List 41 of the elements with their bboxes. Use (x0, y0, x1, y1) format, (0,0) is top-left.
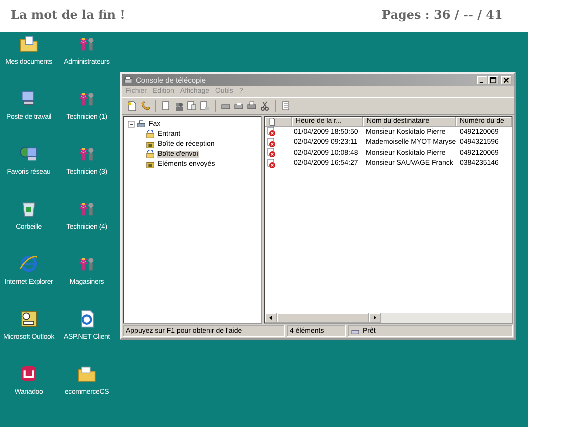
users-button[interactable] (173, 100, 185, 112)
minimize-button[interactable] (477, 76, 488, 84)
collapse-toggle[interactable] (128, 120, 135, 128)
document-button[interactable] (186, 100, 198, 112)
list-button[interactable] (280, 100, 292, 112)
fax-machine-icon (137, 120, 146, 128)
users-icon (174, 101, 184, 111)
tray-icon (146, 140, 155, 148)
left-arrow-icon (268, 315, 274, 321)
close-icon (502, 76, 511, 84)
new-document-button[interactable] (126, 100, 138, 112)
app-icon[interactable] (19, 364, 39, 384)
document-icon (161, 101, 171, 111)
document-button[interactable] (199, 100, 211, 112)
document-icon (187, 101, 197, 111)
fax-folder-icon (146, 150, 155, 158)
maximize-button[interactable] (488, 76, 499, 84)
tray-icon (146, 160, 155, 168)
close-button[interactable] (501, 76, 512, 84)
list-icon (281, 101, 291, 111)
document-button[interactable] (160, 100, 172, 112)
scissors-icon (260, 101, 270, 111)
fax-folder-icon (146, 130, 155, 138)
page-title: La mot de la fin ! (11, 8, 126, 22)
page-counter: Pages : 36 / -- / 41 (382, 8, 503, 22)
new-document-icon (127, 101, 137, 111)
fax-error-icon (267, 138, 277, 148)
maximize-icon (489, 76, 498, 84)
folder-icon[interactable] (19, 34, 39, 54)
horizontal-scrollbar[interactable] (265, 313, 512, 323)
phone-icon (140, 101, 150, 111)
browser-icon[interactable] (19, 254, 39, 274)
document-icon (200, 101, 210, 111)
scissors-button[interactable] (259, 100, 271, 112)
phone-button[interactable] (139, 100, 151, 112)
printer-icon (351, 328, 360, 334)
fax-error-icon (267, 158, 277, 169)
right-arrow-icon (372, 315, 378, 321)
column-header[interactable] (265, 117, 292, 127)
fax-error-icon (267, 148, 277, 158)
folder-icon[interactable] (77, 364, 97, 384)
